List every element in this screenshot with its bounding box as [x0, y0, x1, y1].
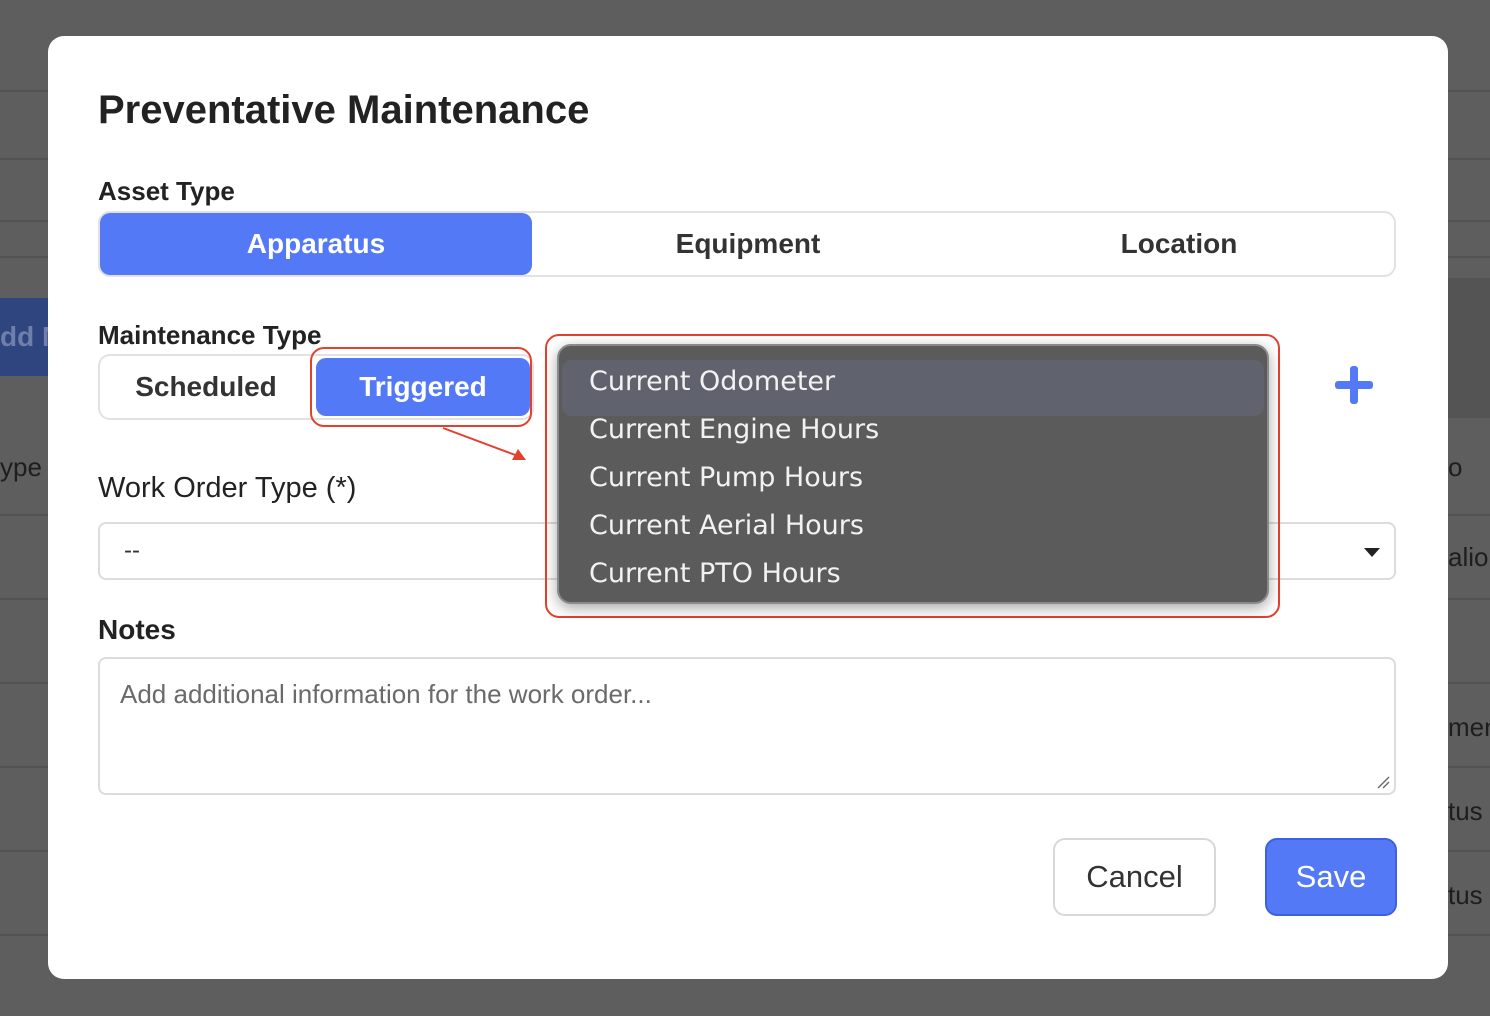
maintenance-type-scheduled-option[interactable]: Scheduled [100, 356, 312, 418]
bg-cell: tus [1448, 796, 1483, 826]
dropdown-option-current-pto-hours[interactable]: Current PTO Hours [559, 554, 1267, 602]
triggered-highlight-box [310, 347, 532, 427]
resize-handle-icon[interactable] [1376, 775, 1390, 789]
bg-add-button: dd M [0, 298, 50, 376]
bg-cell: alio [1448, 542, 1489, 572]
asset-type-apparatus-option[interactable]: Apparatus [100, 213, 532, 275]
add-trigger-plus-icon[interactable] [1333, 364, 1375, 406]
annotation-arrow-icon [442, 427, 526, 460]
bg-cell: men [1448, 712, 1490, 742]
work-order-type-value: -- [124, 537, 140, 564]
chevron-down-icon [1364, 548, 1380, 557]
dropdown-option-current-aerial-hours[interactable]: Current Aerial Hours [559, 506, 1267, 554]
notes-placeholder: Add additional information for the work … [120, 679, 652, 709]
preventative-maintenance-modal: Preventative Maintenance Asset Type Appa… [48, 36, 1448, 979]
work-order-type-label: Work Order Type (*) [98, 472, 357, 504]
save-button[interactable]: Save [1265, 838, 1397, 916]
bg-column-header: o [1448, 452, 1463, 482]
bg-toolbar [1448, 278, 1490, 418]
dropdown-option-current-odometer[interactable]: Current Odometer [559, 362, 1267, 410]
notes-label: Notes [98, 614, 176, 645]
asset-type-segmented-control: Apparatus Equipment Location [98, 211, 1396, 277]
dropdown-option-current-engine-hours[interactable]: Current Engine Hours [559, 410, 1267, 458]
notes-textarea[interactable]: Add additional information for the work … [98, 657, 1396, 795]
asset-type-equipment-option[interactable]: Equipment [532, 213, 964, 275]
modal-title: Preventative Maintenance [98, 88, 590, 132]
cancel-button[interactable]: Cancel [1053, 838, 1216, 916]
bg-cell: tus [1448, 880, 1483, 910]
bg-add-button-label: dd M [0, 321, 50, 352]
trigger-type-dropdown-menu: Current Odometer Current Engine Hours Cu… [557, 344, 1269, 604]
bg-column-header: ype [0, 452, 42, 482]
asset-type-label: Asset Type [98, 176, 235, 206]
maintenance-type-label: Maintenance Type [98, 320, 322, 350]
dropdown-option-current-pump-hours[interactable]: Current Pump Hours [559, 458, 1267, 506]
asset-type-location-option[interactable]: Location [964, 213, 1394, 275]
